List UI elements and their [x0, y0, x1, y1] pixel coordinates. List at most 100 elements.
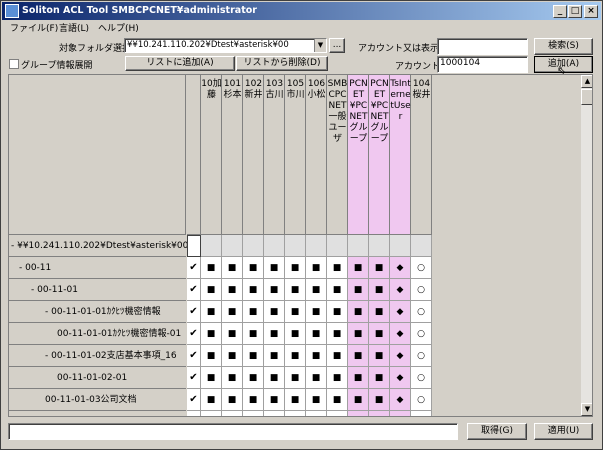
permission-cell[interactable]: ○ — [411, 389, 432, 411]
column-header-3[interactable]: 103古川 — [264, 75, 285, 235]
permission-cell[interactable]: ■ — [222, 323, 243, 345]
permission-cell[interactable]: ◆ — [390, 301, 411, 323]
permission-cell[interactable]: ■ — [327, 301, 348, 323]
scroll-down-icon[interactable]: ▼ — [581, 403, 592, 416]
permission-cell[interactable]: ■ — [306, 257, 327, 279]
account-input[interactable]: 1000104 — [437, 56, 528, 73]
permission-cell[interactable]: ■ — [201, 279, 222, 301]
permission-cell[interactable]: ■ — [306, 367, 327, 389]
row-checkbox[interactable]: ✔ — [187, 257, 201, 279]
scroll-thumb[interactable] — [581, 89, 592, 105]
permission-cell[interactable]: ◆ — [390, 257, 411, 279]
permission-cell[interactable]: ■ — [306, 323, 327, 345]
row-checkbox[interactable]: ✔ — [187, 323, 201, 345]
permission-cell[interactable]: ■ — [285, 301, 306, 323]
permission-cell[interactable]: ■ — [243, 279, 264, 301]
minimize-button[interactable]: _ — [553, 5, 567, 18]
permission-cell[interactable]: ■ — [243, 257, 264, 279]
permission-cell[interactable]: ■ — [201, 389, 222, 411]
permission-cell[interactable] — [306, 235, 327, 257]
permission-cell[interactable]: ■ — [327, 257, 348, 279]
column-header-0[interactable]: 10加藤 — [201, 75, 222, 235]
permission-cell[interactable]: ■ — [222, 257, 243, 279]
permission-cell[interactable] — [327, 235, 348, 257]
permission-cell[interactable]: ■ — [201, 301, 222, 323]
permission-cell[interactable]: ○ — [411, 367, 432, 389]
column-header-7[interactable]: PCNET¥PCNETグループ — [348, 75, 369, 235]
permission-cell[interactable]: ■ — [285, 411, 306, 416]
permission-cell[interactable]: ◆ — [390, 279, 411, 301]
tree-row[interactable]: - 00-11-01-01ｶｸﾋﾂ機密情報 — [9, 301, 186, 323]
permission-cell[interactable]: ◆ — [390, 345, 411, 367]
permission-cell[interactable]: ■ — [264, 367, 285, 389]
permission-cell[interactable]: ■ — [285, 367, 306, 389]
permission-cell[interactable]: ■ — [243, 367, 264, 389]
permission-cell[interactable] — [285, 235, 306, 257]
permission-cell[interactable]: ○ — [411, 323, 432, 345]
column-header-5[interactable]: 106小松 — [306, 75, 327, 235]
permission-cell[interactable]: ■ — [222, 367, 243, 389]
permission-cell[interactable]: ■ — [243, 389, 264, 411]
target-folder-select[interactable]: ¥¥10.241.110.202¥Dtest¥asterisk¥00 ▼ — [124, 38, 327, 53]
permission-cell[interactable]: ○ — [411, 411, 432, 416]
permission-cell[interactable]: ○ — [411, 257, 432, 279]
row-checkbox[interactable]: ✔ — [187, 367, 201, 389]
permission-cell[interactable]: ■ — [369, 323, 390, 345]
permission-cell[interactable]: ■ — [201, 411, 222, 416]
tree-row[interactable]: 00-11-01-02-01 — [9, 367, 186, 389]
account-or-display-input[interactable] — [437, 38, 528, 55]
permission-cell[interactable]: ■ — [369, 279, 390, 301]
row-checkbox[interactable]: ✔ — [187, 411, 201, 416]
permission-cell[interactable]: ■ — [348, 411, 369, 416]
permission-cell[interactable]: ■ — [348, 301, 369, 323]
permission-cell[interactable]: ■ — [285, 323, 306, 345]
permission-cell[interactable]: ■ — [201, 367, 222, 389]
row-checkbox[interactable]: ✔ — [187, 389, 201, 411]
row-checkbox[interactable]: ✔ — [187, 279, 201, 301]
column-header-8[interactable]: PCNET¥PCNETグループ — [369, 75, 390, 235]
column-header-9[interactable]: TsInternetUser — [390, 75, 411, 235]
column-header-1[interactable]: 101杉本 — [222, 75, 243, 235]
maximize-button[interactable]: □ — [568, 5, 582, 18]
permission-cell[interactable]: ■ — [348, 345, 369, 367]
permission-cell[interactable]: ■ — [264, 389, 285, 411]
permission-cell[interactable]: ■ — [327, 279, 348, 301]
permission-cell[interactable]: ■ — [285, 389, 306, 411]
permission-cell[interactable]: ■ — [285, 279, 306, 301]
permission-cell[interactable]: ■ — [264, 257, 285, 279]
permission-cell[interactable] — [243, 235, 264, 257]
browse-button[interactable]: ... — [329, 38, 345, 53]
permission-cell[interactable]: ■ — [369, 257, 390, 279]
permission-cell[interactable] — [222, 235, 243, 257]
permission-cell[interactable]: ■ — [243, 301, 264, 323]
permission-cell[interactable]: ■ — [222, 301, 243, 323]
column-header-10[interactable]: 104桜井 — [411, 75, 432, 235]
permission-cell[interactable]: ○ — [411, 345, 432, 367]
group-expand-checkbox[interactable] — [9, 59, 19, 69]
permission-cell[interactable]: ◆ — [390, 389, 411, 411]
permission-cell[interactable]: ■ — [327, 323, 348, 345]
permission-cell[interactable]: ■ — [306, 279, 327, 301]
permission-cell[interactable]: ■ — [222, 345, 243, 367]
tree-row[interactable]: 00-11-01-01ｶｸﾋﾂ機密情報-01 — [9, 323, 186, 345]
permission-cell[interactable]: ■ — [369, 411, 390, 416]
permission-cell[interactable]: ■ — [285, 257, 306, 279]
tree-row[interactable]: - 00-11 — [9, 257, 186, 279]
permission-cell[interactable]: ■ — [264, 345, 285, 367]
permission-cell[interactable]: ■ — [348, 389, 369, 411]
permission-cell[interactable] — [264, 235, 285, 257]
permission-cell[interactable]: ■ — [201, 345, 222, 367]
permission-cell[interactable]: ■ — [201, 323, 222, 345]
permission-cell[interactable]: ○ — [411, 301, 432, 323]
tree-row[interactable]: 00-11-01-04图片收藏 — [9, 411, 186, 416]
permission-cell[interactable]: ■ — [369, 301, 390, 323]
permission-cell[interactable] — [369, 235, 390, 257]
permission-cell[interactable]: ■ — [285, 345, 306, 367]
permission-cell[interactable]: ○ — [411, 279, 432, 301]
permission-cell[interactable]: ■ — [327, 345, 348, 367]
permission-cell[interactable]: ■ — [264, 279, 285, 301]
permission-cell[interactable]: ■ — [306, 411, 327, 416]
permission-cell[interactable]: ■ — [327, 367, 348, 389]
permission-cell[interactable] — [201, 235, 222, 257]
permission-cell[interactable]: ■ — [222, 389, 243, 411]
